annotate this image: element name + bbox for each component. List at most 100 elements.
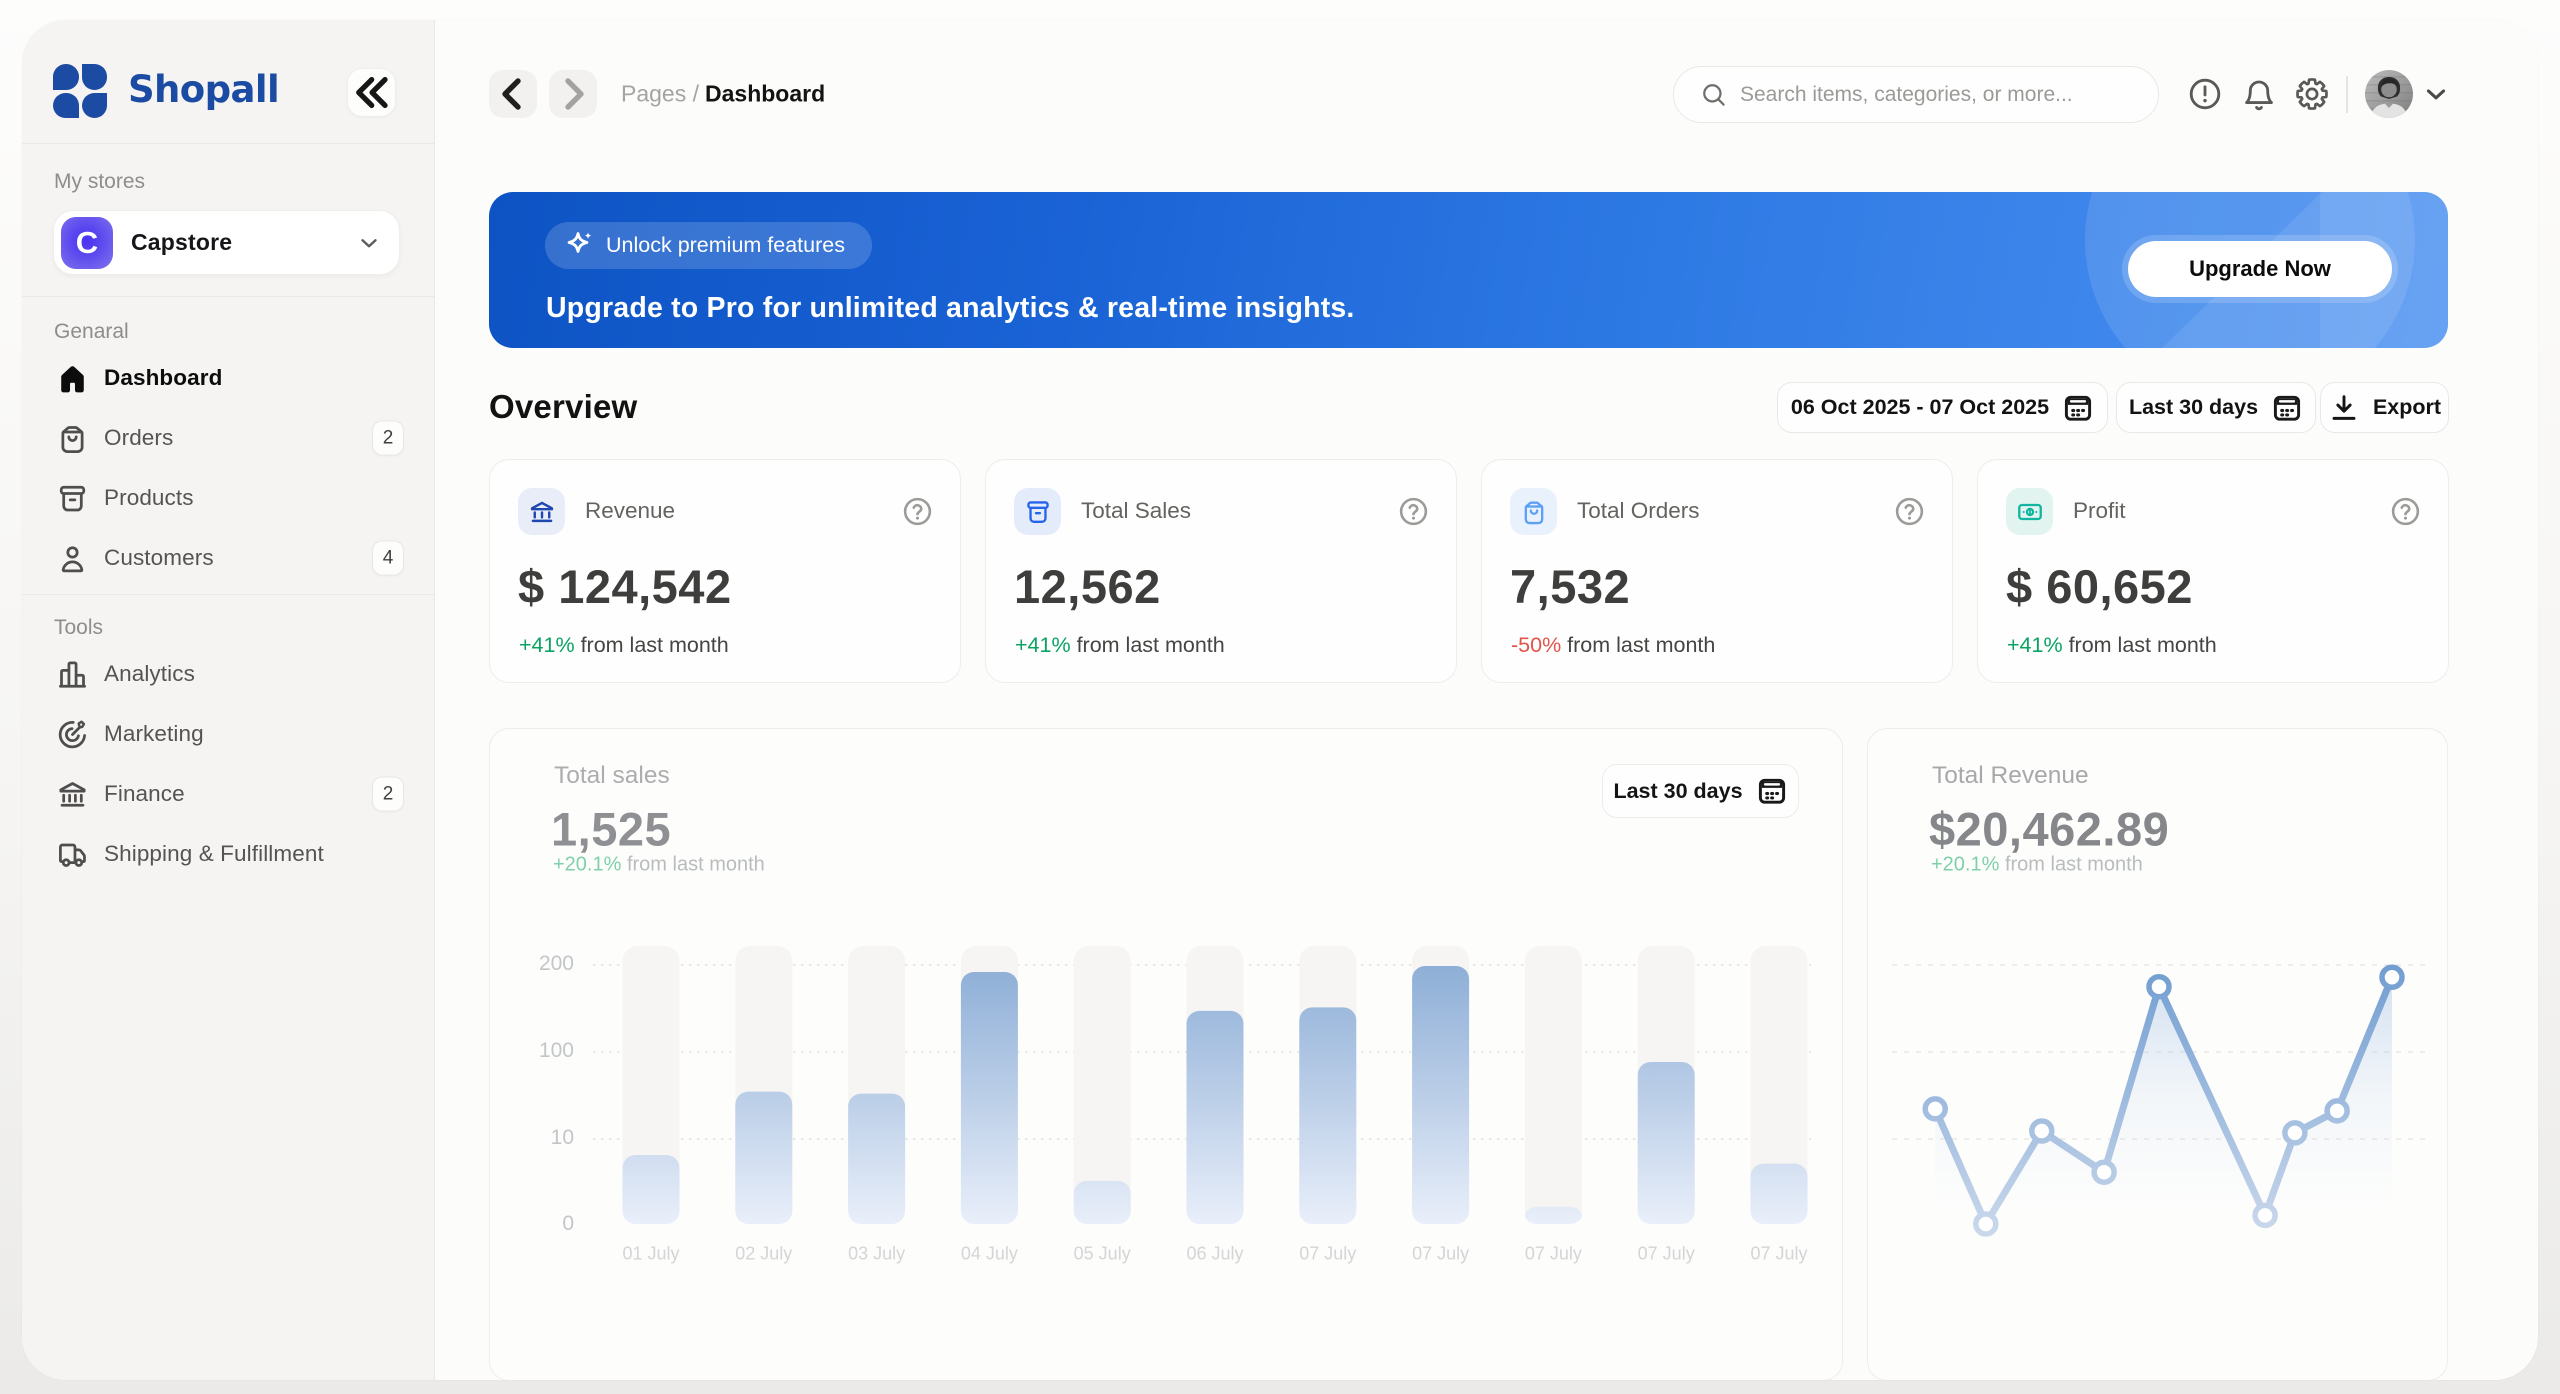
nav-forward-button[interactable] bbox=[549, 70, 597, 118]
bar bbox=[622, 1154, 680, 1224]
date-range-button[interactable]: 06 Oct 2025 - 07 Oct 2025 bbox=[1777, 382, 2108, 433]
stat-help-button[interactable] bbox=[901, 495, 934, 528]
bar bbox=[1750, 1163, 1808, 1224]
sidebar-item-badge: 4 bbox=[372, 540, 404, 576]
chevron-right-icon bbox=[549, 70, 597, 118]
premium-pill: Unlock premium features bbox=[545, 222, 872, 269]
avatar-image bbox=[2365, 70, 2413, 118]
analytics-icon bbox=[56, 658, 89, 691]
store-selector[interactable]: C Capstore bbox=[53, 210, 400, 275]
logo-petal bbox=[53, 92, 79, 118]
divider bbox=[2346, 76, 2348, 113]
account-menu-button[interactable] bbox=[2418, 76, 2454, 112]
sidebar-item-label: Finance bbox=[104, 781, 185, 806]
stat-value: 7,532 bbox=[1510, 560, 1631, 613]
chevron-left-icon bbox=[489, 70, 537, 118]
chevron-down-icon bbox=[2418, 76, 2454, 112]
main-area: Pages / Dashboard Search items, categori… bbox=[435, 20, 2538, 1380]
period-label: Last 30 days bbox=[2128, 395, 2259, 419]
products-box-icon bbox=[1014, 488, 1061, 535]
bar-track bbox=[1524, 946, 1582, 1224]
chevrons-left-icon bbox=[348, 69, 395, 116]
sidebar-item-products[interactable]: Products bbox=[53, 476, 404, 520]
export-button[interactable]: Export bbox=[2320, 382, 2449, 433]
breadcrumb: Pages / Dashboard bbox=[621, 81, 825, 108]
bar bbox=[1299, 1007, 1357, 1224]
stat-card-total-orders: Total Orders 7,532 -50% from last month bbox=[1481, 459, 1953, 683]
search-bar[interactable] bbox=[1673, 66, 2159, 123]
bar bbox=[848, 1093, 906, 1224]
sidebar-item-orders[interactable]: Orders 2 bbox=[53, 416, 404, 460]
alert-circle-icon bbox=[2187, 76, 2223, 112]
sidebar-item-analytics[interactable]: Analytics bbox=[53, 652, 404, 696]
overview-title: Overview bbox=[489, 388, 638, 425]
stat-delta: +41% from last month bbox=[2007, 633, 2217, 657]
section-label-tools: Tools bbox=[54, 616, 104, 639]
sidebar-item-label: Shipping & Fulfillment bbox=[104, 841, 324, 866]
settings-button[interactable] bbox=[2294, 76, 2330, 112]
sidebar: Shopall My stores C Capstore Genaral Das… bbox=[22, 20, 435, 1380]
finance-icon bbox=[56, 778, 89, 811]
sidebar-item-label: Dashboard bbox=[104, 365, 223, 390]
line-point-marker bbox=[2282, 1120, 2308, 1146]
stat-help-button[interactable] bbox=[1397, 495, 1430, 528]
stats-row: Revenue $ 124,542 +41% from last month T… bbox=[489, 459, 2449, 683]
products-box-icon bbox=[56, 482, 89, 515]
sidebar-item-label: Customers bbox=[104, 545, 214, 570]
sidebar-item-shipping[interactable]: Shipping & Fulfillment bbox=[53, 832, 404, 876]
gear-icon bbox=[2294, 76, 2330, 112]
stat-value: $ 60,652 bbox=[2006, 560, 2193, 613]
line-point-marker bbox=[2379, 964, 2405, 990]
divider bbox=[22, 296, 434, 297]
user-avatar[interactable] bbox=[2365, 70, 2413, 118]
sidebar-item-finance[interactable]: Finance 2 bbox=[53, 772, 404, 816]
search-input[interactable] bbox=[1740, 82, 2100, 107]
bar bbox=[1637, 1061, 1695, 1224]
calendar-icon bbox=[2271, 392, 2303, 424]
stat-value: 12,562 bbox=[1014, 560, 1161, 613]
customers-icon bbox=[56, 542, 89, 575]
section-label-genaral: Genaral bbox=[54, 320, 129, 343]
export-label: Export bbox=[2372, 395, 2442, 419]
bell-icon bbox=[2241, 76, 2277, 112]
bar bbox=[1412, 965, 1470, 1224]
download-icon bbox=[2328, 392, 2360, 424]
sidebar-item-marketing[interactable]: Marketing bbox=[53, 712, 404, 756]
stat-card-total-sales: Total Sales 12,562 +41% from last month bbox=[985, 459, 1457, 683]
sidebar-item-customers[interactable]: Customers 4 bbox=[53, 536, 404, 580]
date-range-label: 06 Oct 2025 - 07 Oct 2025 bbox=[1790, 395, 2050, 419]
sidebar-collapse-button[interactable] bbox=[347, 68, 396, 117]
notifications-button[interactable] bbox=[2241, 76, 2277, 112]
logo-text: Shopall bbox=[128, 67, 280, 111]
stat-delta: +41% from last month bbox=[1015, 633, 1225, 657]
banner-headline: Upgrade to Pro for unlimited analytics &… bbox=[546, 292, 1355, 324]
help-circle-button[interactable] bbox=[2187, 76, 2223, 112]
orders-bag-icon bbox=[1510, 488, 1557, 535]
logo-petal bbox=[53, 64, 79, 90]
banknote-icon bbox=[2006, 488, 2053, 535]
sidebar-item-dashboard[interactable]: Dashboard bbox=[53, 356, 404, 400]
store-avatar: C bbox=[61, 216, 113, 269]
divider bbox=[22, 594, 434, 595]
search-icon bbox=[1674, 81, 1727, 108]
stat-label: Total Sales bbox=[1081, 498, 1192, 523]
stat-help-button[interactable] bbox=[2389, 495, 2422, 528]
period-select-button[interactable]: Last 30 days bbox=[2116, 382, 2316, 433]
logo-row: Shopall bbox=[53, 64, 405, 118]
upgrade-now-button[interactable]: Upgrade Now bbox=[2128, 241, 2392, 297]
stat-help-button[interactable] bbox=[1893, 495, 1926, 528]
stat-delta: -50% from last month bbox=[1511, 633, 1716, 657]
total-sales-card: Total sales 1,525 +20.1% from last month… bbox=[489, 728, 1843, 1380]
logo-petal bbox=[81, 64, 107, 90]
total-sales-bar-chart bbox=[622, 946, 1808, 1224]
sidebar-item-label: Orders bbox=[104, 425, 174, 450]
breadcrumb-section[interactable]: Pages / bbox=[621, 81, 699, 107]
bar bbox=[1073, 1180, 1131, 1224]
app-window: Shopall My stores C Capstore Genaral Das… bbox=[22, 20, 2538, 1380]
divider bbox=[22, 143, 434, 144]
nav-back-button[interactable] bbox=[489, 70, 537, 118]
line-point-marker bbox=[1973, 1211, 1999, 1237]
orders-bag-icon bbox=[56, 422, 89, 455]
stat-card-revenue: Revenue $ 124,542 +41% from last month bbox=[489, 459, 961, 683]
stat-label: Revenue bbox=[585, 498, 676, 523]
